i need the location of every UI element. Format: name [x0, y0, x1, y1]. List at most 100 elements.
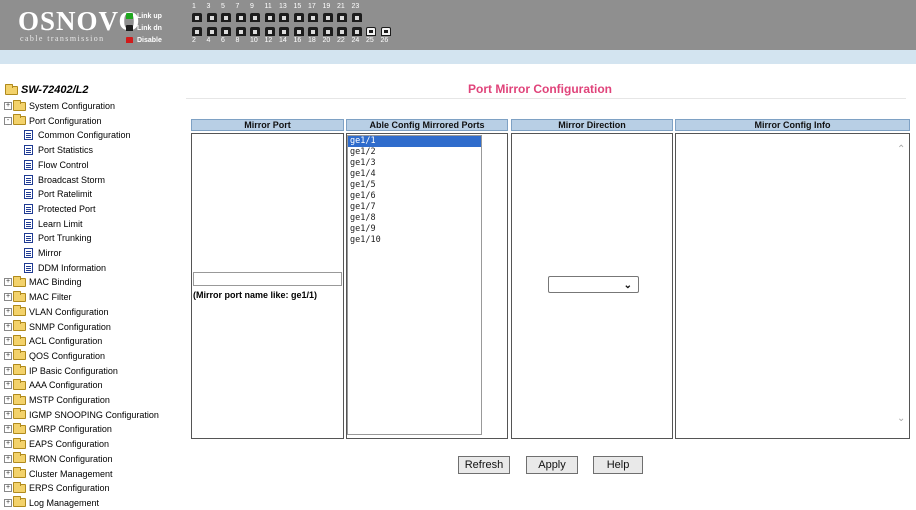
legend-label: Link up — [137, 12, 162, 20]
expand-icon[interactable]: + — [4, 278, 12, 287]
port-list-option[interactable]: ge1/6 — [348, 191, 481, 202]
expand-icon[interactable]: + — [4, 410, 12, 419]
port-list-option[interactable]: ge1/3 — [348, 158, 481, 169]
collapse-icon[interactable]: - — [4, 116, 12, 125]
sidebar-item-ddm-information[interactable]: DDM Information — [24, 261, 106, 275]
sidebar-item-mirror[interactable]: Mirror — [24, 246, 62, 260]
expand-icon[interactable]: + — [4, 498, 12, 507]
sidebar-item-port-configuration[interactable]: - Port Configuration — [4, 114, 102, 128]
document-icon — [24, 189, 33, 200]
port-number: 11 — [264, 3, 272, 10]
port-list-option[interactable]: ge1/5 — [348, 180, 481, 191]
expand-icon[interactable]: + — [4, 366, 12, 375]
ethernet-port-icon — [293, 13, 304, 22]
header-banner: OSNOVO cable transmission Link up Link d… — [0, 0, 916, 50]
sidebar-item-label: Port Configuration — [29, 115, 102, 126]
sidebar-item-acl-configuration[interactable]: + ACL Configuration — [4, 334, 102, 348]
tree-root[interactable]: SW-72402/L2 — [5, 83, 89, 96]
sidebar-item-log-management[interactable]: + Log Management — [4, 496, 99, 510]
ethernet-port-icon — [351, 13, 362, 22]
port-number: 14 — [279, 37, 287, 44]
port-list-option[interactable]: ge1/8 — [348, 213, 481, 224]
document-icon — [24, 203, 33, 214]
sidebar-item-label: Port Trunking — [38, 233, 92, 244]
scroll-up-icon[interactable]: ⌃ — [897, 144, 905, 155]
help-button[interactable]: Help — [593, 456, 643, 474]
port-number: 12 — [264, 37, 273, 44]
column-header-mirror-config-info: Mirror Config Info — [675, 119, 910, 131]
port-number: 2 — [192, 37, 196, 44]
expand-icon[interactable]: + — [4, 381, 12, 390]
sidebar-item-igmp-snooping-configuration[interactable]: + IGMP SNOOPING Configuration — [4, 408, 159, 422]
sidebar-item-snmp-configuration[interactable]: + SNMP Configuration — [4, 320, 111, 334]
folder-icon — [13, 422, 26, 434]
sidebar-item-label: IGMP SNOOPING Configuration — [29, 409, 159, 420]
ethernet-port-icon — [264, 13, 275, 22]
sidebar-item-aaa-configuration[interactable]: + AAA Configuration — [4, 378, 103, 392]
port-list-option[interactable]: ge1/9 — [348, 224, 481, 235]
sidebar-item-eaps-configuration[interactable]: + EAPS Configuration — [4, 437, 109, 451]
port-list-option[interactable]: ge1/10 — [348, 235, 481, 246]
sidebar-item-port-statistics[interactable]: Port Statistics — [24, 143, 93, 157]
sidebar-item-label: System Configuration — [29, 101, 116, 111]
ethernet-port-icon — [250, 13, 260, 22]
sidebar-item-gmrp-configuration[interactable]: + GMRP Configuration — [4, 422, 112, 436]
sidebar-item-port-trunking[interactable]: Port Trunking — [24, 231, 92, 245]
sidebar-item-erps-configuration[interactable]: + ERPS Configuration — [4, 481, 110, 495]
expand-icon[interactable]: + — [4, 425, 12, 434]
ethernet-port-icon — [206, 13, 217, 22]
expand-icon[interactable]: + — [4, 469, 12, 478]
sidebar-item-common-configuration[interactable]: Common Configuration — [24, 128, 131, 142]
folder-icon — [13, 467, 26, 478]
port-list-option[interactable]: ge1/4 — [348, 169, 481, 180]
expand-icon[interactable]: + — [4, 484, 12, 493]
expand-icon[interactable]: + — [4, 454, 12, 463]
sidebar-item-mac-binding[interactable]: + MAC Binding — [4, 275, 82, 289]
expand-icon[interactable]: + — [4, 293, 12, 302]
sidebar-item-mstp-configuration[interactable]: + MSTP Configuration — [4, 393, 110, 407]
ethernet-port-icon — [322, 27, 333, 36]
port-numbers-bottom: 2 4 6 8 10 12 14 16 18 20 22 24 25 26 — [192, 37, 395, 44]
expand-icon[interactable]: + — [4, 307, 12, 316]
refresh-button[interactable]: Refresh — [458, 456, 510, 474]
port-number: 9 — [250, 3, 254, 10]
expand-icon[interactable]: + — [4, 322, 12, 331]
document-icon — [24, 233, 33, 244]
port-list-option[interactable]: ge1/2 — [348, 147, 481, 158]
sidebar-item-mac-filter[interactable]: + MAC Filter — [4, 290, 72, 304]
expand-icon[interactable]: + — [4, 102, 12, 110]
document-icon — [24, 174, 33, 185]
expand-icon[interactable]: + — [4, 351, 12, 360]
sidebar-item-cluster-management[interactable]: + Cluster Management — [4, 467, 113, 481]
port-list-option[interactable]: ge1/1 — [348, 136, 481, 147]
sidebar-item-label: MAC Binding — [29, 277, 82, 288]
expand-icon[interactable]: + — [4, 440, 12, 449]
apply-button[interactable]: Apply — [526, 456, 578, 474]
sidebar-item-learn-limit[interactable]: Learn Limit — [24, 217, 83, 231]
mirror-port-panel — [191, 133, 344, 439]
port-number: 20 — [322, 37, 331, 44]
sidebar-item-label: Port Ratelimit — [38, 189, 93, 200]
device-name: SW-72402/L2 — [21, 84, 89, 96]
port-up-icon — [126, 13, 133, 19]
sidebar-item-label: Broadcast Storm — [38, 174, 106, 185]
sidebar-item-ip-basic-configuration[interactable]: + IP Basic Configuration — [4, 364, 118, 378]
sidebar-item-rmon-configuration[interactable]: + RMON Configuration — [4, 452, 113, 466]
scroll-down-icon[interactable]: ⌄ — [897, 413, 905, 424]
mirrored-ports-listbox[interactable]: ge1/1 ge1/2 ge1/3 ge1/4 ge1/5 ge1/6 ge1/7 ge1/8… — [347, 135, 482, 435]
sidebar-item-port-ratelimit[interactable]: Port Ratelimit — [24, 187, 92, 201]
mirror-direction-select[interactable]: ⌄ — [548, 276, 639, 293]
sidebar-item-protected-port[interactable]: Protected Port — [24, 202, 96, 216]
port-number: 18 — [308, 37, 316, 44]
sidebar-item-broadcast-storm[interactable]: Broadcast Storm — [24, 173, 105, 187]
sidebar-item-vlan-configuration[interactable]: + VLAN Configuration — [4, 305, 109, 319]
sidebar-item-flow-control[interactable]: Flow Control — [24, 158, 89, 172]
expand-icon[interactable]: + — [4, 337, 12, 346]
sidebar-item-system-configuration[interactable]: + System Configuration — [4, 99, 115, 113]
expand-icon[interactable]: + — [4, 396, 12, 404]
sidebar-item-label: Mirror — [38, 248, 62, 258]
port-list-option[interactable]: ge1/7 — [348, 202, 481, 213]
sidebar-item-qos-configuration[interactable]: + QOS Configuration — [4, 349, 105, 363]
folder-icon — [13, 99, 26, 111]
mirror-port-input[interactable] — [193, 272, 342, 286]
